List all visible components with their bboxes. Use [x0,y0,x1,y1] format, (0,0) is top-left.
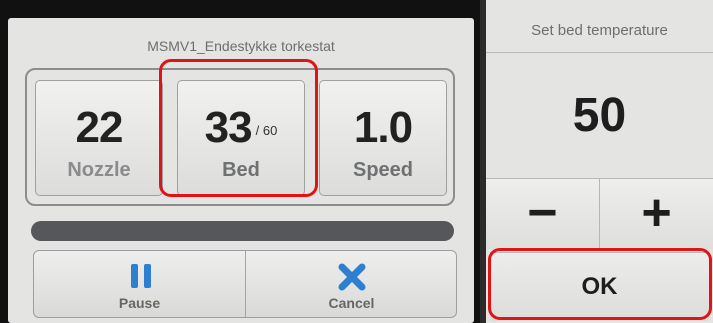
nozzle-label: Nozzle [67,159,131,181]
pause-button[interactable]: Pause [34,251,245,317]
bed-label: Bed [222,159,260,181]
action-button-row: Pause Cancel [33,250,457,318]
bed-temperature-dialog: Set bed temperature 50 − + OK [486,0,713,323]
print-status-screen: MSMV1_Endestykke torkestat 22 Nozzle 33/… [8,18,474,323]
print-job-title: MSMV1_Endestykke torkestat [147,38,335,54]
minus-icon: − [527,184,558,242]
print-progress-bar [31,221,454,241]
ok-label: OK [581,273,618,300]
bed-temperature-readout: 33/ 60 [178,103,304,153]
decrease-button[interactable]: − [486,179,599,249]
increase-button[interactable]: + [600,179,713,249]
print-status-photo: MSMV1_Endestykke torkestat 22 Nozzle 33/… [0,0,480,323]
bed-target-temperature: / 60 [255,122,278,138]
speed-tile[interactable]: 1.0 Speed [319,80,447,196]
close-icon [338,263,366,291]
stats-panel: 22 Nozzle 33/ 60 Bed 1.0 Speed [25,68,455,206]
pause-icon [131,264,151,288]
nozzle-tile[interactable]: 22 Nozzle [35,80,163,196]
pause-label: Pause [118,295,161,311]
bed-setpoint-value: 50 [572,89,627,142]
dialog-title: Set bed temperature [531,22,668,39]
plus-icon: + [641,184,672,242]
bed-temperature: 33 [204,103,253,152]
cancel-label: Cancel [328,295,375,311]
speed-value: 1.0 [353,103,413,152]
dialog-separator [486,52,713,53]
speed-label: Speed [352,159,414,181]
nozzle-temperature: 22 [75,103,124,152]
ok-button[interactable]: OK [490,252,709,321]
bed-temperature-dialog-photo: Set bed temperature 50 − + OK [486,0,713,323]
bed-tile[interactable]: 33/ 60 Bed [177,80,305,196]
cancel-button[interactable]: Cancel [246,251,457,317]
